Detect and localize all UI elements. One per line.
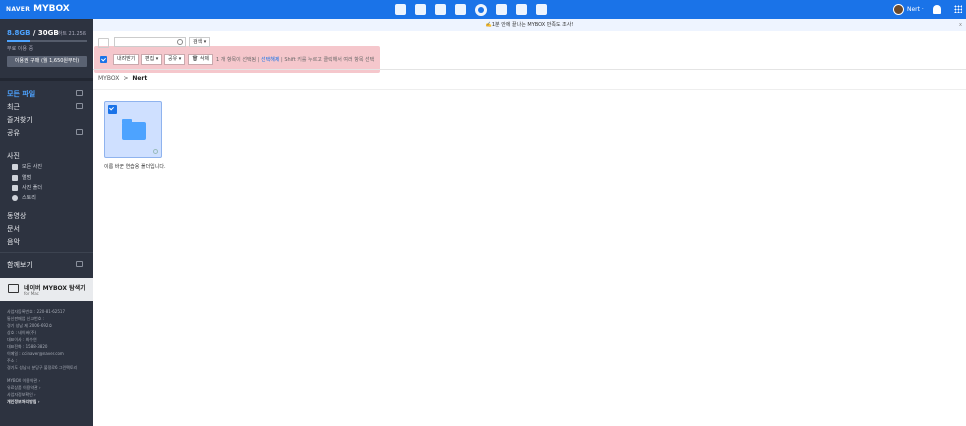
nav-videos[interactable]: 동영상 [7,211,26,221]
plan-label: 무료 이용 중 [7,46,34,52]
explorer-promo[interactable]: 네이버 MYBOX 탐색기 for Mac › [0,278,93,301]
plus-icon[interactable] [76,261,83,267]
search-option-select[interactable]: 검색 ▾ [189,37,211,47]
footer-line: 경기도 성남시 분당구 불정로6 그린팩토리 [7,365,78,370]
service-icons [395,4,547,16]
footer-line: 경기 성남 제 2006-692호 [7,323,53,328]
breadcrumb-root[interactable]: MYBOX [98,75,119,82]
footer-line: 이메일 : ccinaver@naver.com [7,351,64,356]
divider [0,78,93,81]
list-icon[interactable] [435,4,446,15]
buy-plan-button[interactable]: 이용권 구매 (월 1,650원부터) [7,56,87,67]
nav-music[interactable]: 음악 [7,237,20,247]
calendar-icon[interactable] [415,4,426,15]
storage-bar-fill [7,40,31,42]
info-icon[interactable] [153,149,158,154]
mybox-icon[interactable] [475,4,487,16]
selection-count: 1 개 항목이 선택됨 [216,57,257,63]
album-icon [12,174,18,181]
survey-banner[interactable]: ✍️1분 안에 끝나는 MYBOX 만족도 조사! x [93,19,966,31]
edit-button[interactable]: 편집 ▾ [141,54,163,65]
footer-line: 대표전화 : 1588-3820 [7,344,48,349]
close-icon[interactable]: x [959,19,962,31]
footer-line: 사업자등록번호 : 220-81-62517 [7,309,65,314]
sidebar: 8.8GB / 30GB 하트 21.25ß 무료 이용 중 이용권 구매 (월… [0,19,93,426]
selection-hint: Shift 키를 누르고 클릭해서 여러 항목 선택 [284,57,375,63]
nav-all-files[interactable]: 모든 파일 [7,89,35,99]
nav-photo-folders[interactable]: 사진 폴더 [12,184,42,191]
sub-label: 스토리 [22,195,36,201]
nav-stories[interactable]: 스토리 [12,194,36,201]
nav-shared[interactable]: 공유 [7,128,20,138]
banner-text: ✍️1분 안에 끝나는 MYBOX 만족도 조사! [485,22,574,28]
delete-button[interactable]: 🗑 삭제 [188,54,214,65]
footer-link-privacy[interactable]: 개인정보처리방침 › [7,398,77,405]
avatar [893,4,904,15]
briefcase-icon[interactable] [395,4,406,15]
company-info: 사업자등록번호 : 220-81-62517 통신판매업 신고번호 : 경기 성… [7,308,77,405]
monitor-icon [8,284,19,293]
storage-usage: 8.8GB / 30GB [7,29,59,37]
logo-naver: NAVER [6,6,31,13]
nav-recent[interactable]: 최근 [7,102,20,112]
logo[interactable]: NAVER MYBOX [6,4,70,14]
folder-tile[interactable] [104,101,162,158]
logo-mybox: MYBOX [33,4,70,14]
folder-icon [12,184,18,191]
nav-documents[interactable]: 문서 [7,224,20,234]
search-icon[interactable] [177,39,183,45]
breadcrumb: MYBOX > Nert [98,75,147,82]
office-icon[interactable] [536,4,547,15]
folder-icon [122,119,146,140]
plus-icon[interactable] [76,103,83,109]
download-button[interactable]: 내려받기 [113,54,140,65]
photo-icon [12,163,18,170]
divider [93,69,966,70]
divider [0,252,93,253]
footer-line: 상호 : 네이버(주) [7,330,37,335]
footer-line: 대표이사 : 최수연 [7,337,37,342]
nav-albums[interactable]: 앨범 [12,174,31,181]
chevron-right-icon: › [81,285,84,292]
storage-total: / 30GB [30,29,59,37]
nav-favorites[interactable]: 즐겨찾기 [7,115,33,125]
select-all-checkbox[interactable] [100,56,107,63]
footer-line: 통신판매업 신고번호 : [7,316,45,321]
sub-label: 사진 폴더 [22,185,42,191]
breadcrumb-separator: > [123,75,129,82]
footer-link-business[interactable]: 사업자정보확인 › [7,391,77,398]
footer-line: 주소 : [7,358,17,363]
promo-subtitle: for Mac [24,291,39,296]
search-input[interactable] [114,37,186,47]
user-menu[interactable]: Nert · [893,4,924,15]
share-button[interactable]: 공유 ▾ [164,54,186,65]
divider [93,89,966,90]
storage-expire: 하트 21.25ß [57,31,86,37]
footer-link-terms[interactable]: MYBOX 이용약관 › [7,377,77,384]
top-bar: NAVER MYBOX Nert · [0,0,966,19]
storage-bar [7,40,87,42]
folder-name[interactable]: 이름 바꾼 연습용 폴더입니다. [104,163,166,170]
deselect-link[interactable]: 선택해제 [261,57,279,63]
footer-link-paid-terms[interactable]: 유료상품 이용약관 › [7,384,77,391]
plus-icon[interactable] [76,90,83,96]
story-icon [12,194,18,201]
user-name: Nert · [907,6,924,13]
menu-icon[interactable] [98,38,109,48]
bell-icon[interactable] [933,5,941,14]
contacts-icon[interactable] [455,4,466,15]
storage-used: 8.8GB [7,29,31,37]
memo-icon[interactable] [496,4,507,15]
plus-icon[interactable] [76,129,83,135]
nav-photos[interactable]: 사진 [7,151,20,161]
apps-grid-icon[interactable] [954,5,962,13]
selection-info: 1 개 항목이 선택됨 | 선택해제 | Shift 키를 누르고 클릭해서 여… [216,57,375,63]
sub-label: 앨범 [22,175,32,181]
mail-icon[interactable] [516,4,527,15]
item-checkbox[interactable] [108,105,117,114]
sub-label: 모든 사진 [22,164,42,170]
nav-all-photos[interactable]: 모든 사진 [12,163,42,170]
breadcrumb-current: Nert [132,75,148,82]
nav-shared-view[interactable]: 함께보기 [7,260,33,270]
